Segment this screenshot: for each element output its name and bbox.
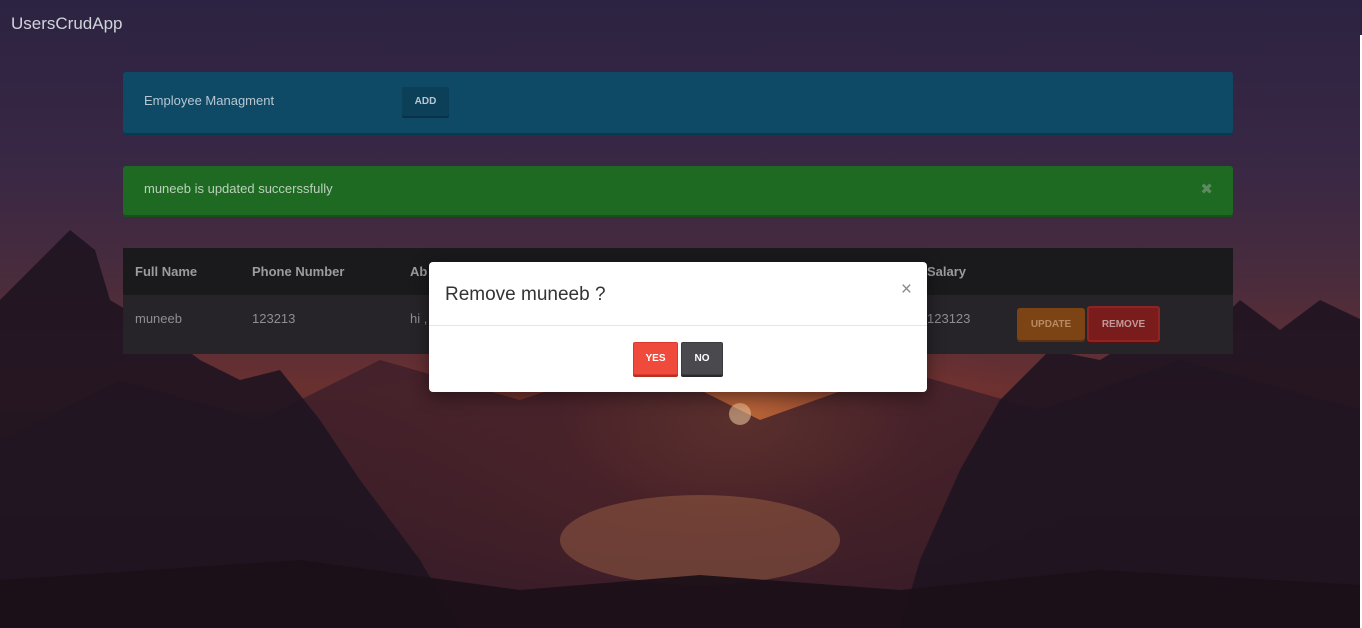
cell-salary: 123123 — [927, 311, 971, 326]
close-icon[interactable]: × — [901, 279, 912, 301]
modal-title: Remove muneeb ? — [445, 284, 606, 305]
close-icon[interactable]: ✖ — [1200, 180, 1213, 198]
update-button[interactable]: UPDATE — [1017, 308, 1085, 340]
confirm-remove-modal: Remove muneeb ? × YES NO — [429, 262, 927, 392]
alert-message: muneeb is updated succerssfully — [144, 181, 333, 196]
remove-button[interactable]: REMOVE — [1087, 306, 1160, 342]
no-button[interactable]: NO — [681, 342, 723, 375]
success-alert: muneeb is updated succerssfully ✖ — [123, 166, 1233, 215]
header-salary: Salary — [927, 264, 967, 279]
header-phone-number: Phone Number — [252, 264, 345, 279]
cell-phone: 123213 — [252, 311, 296, 326]
panel-title: Employee Managment — [144, 93, 275, 108]
header-full-name: Full Name — [135, 264, 198, 279]
cell-full-name: muneeb — [135, 311, 182, 326]
cell-about: hi , — [410, 311, 428, 326]
employee-management-panel: Employee Managment ADD — [123, 72, 1233, 133]
modal-header: Remove muneeb ? × — [429, 262, 927, 326]
header-about: Ab — [410, 264, 428, 279]
app-brand[interactable]: UsersCrudApp — [11, 14, 123, 34]
add-button[interactable]: ADD — [402, 87, 449, 116]
yes-button[interactable]: YES — [633, 342, 678, 375]
